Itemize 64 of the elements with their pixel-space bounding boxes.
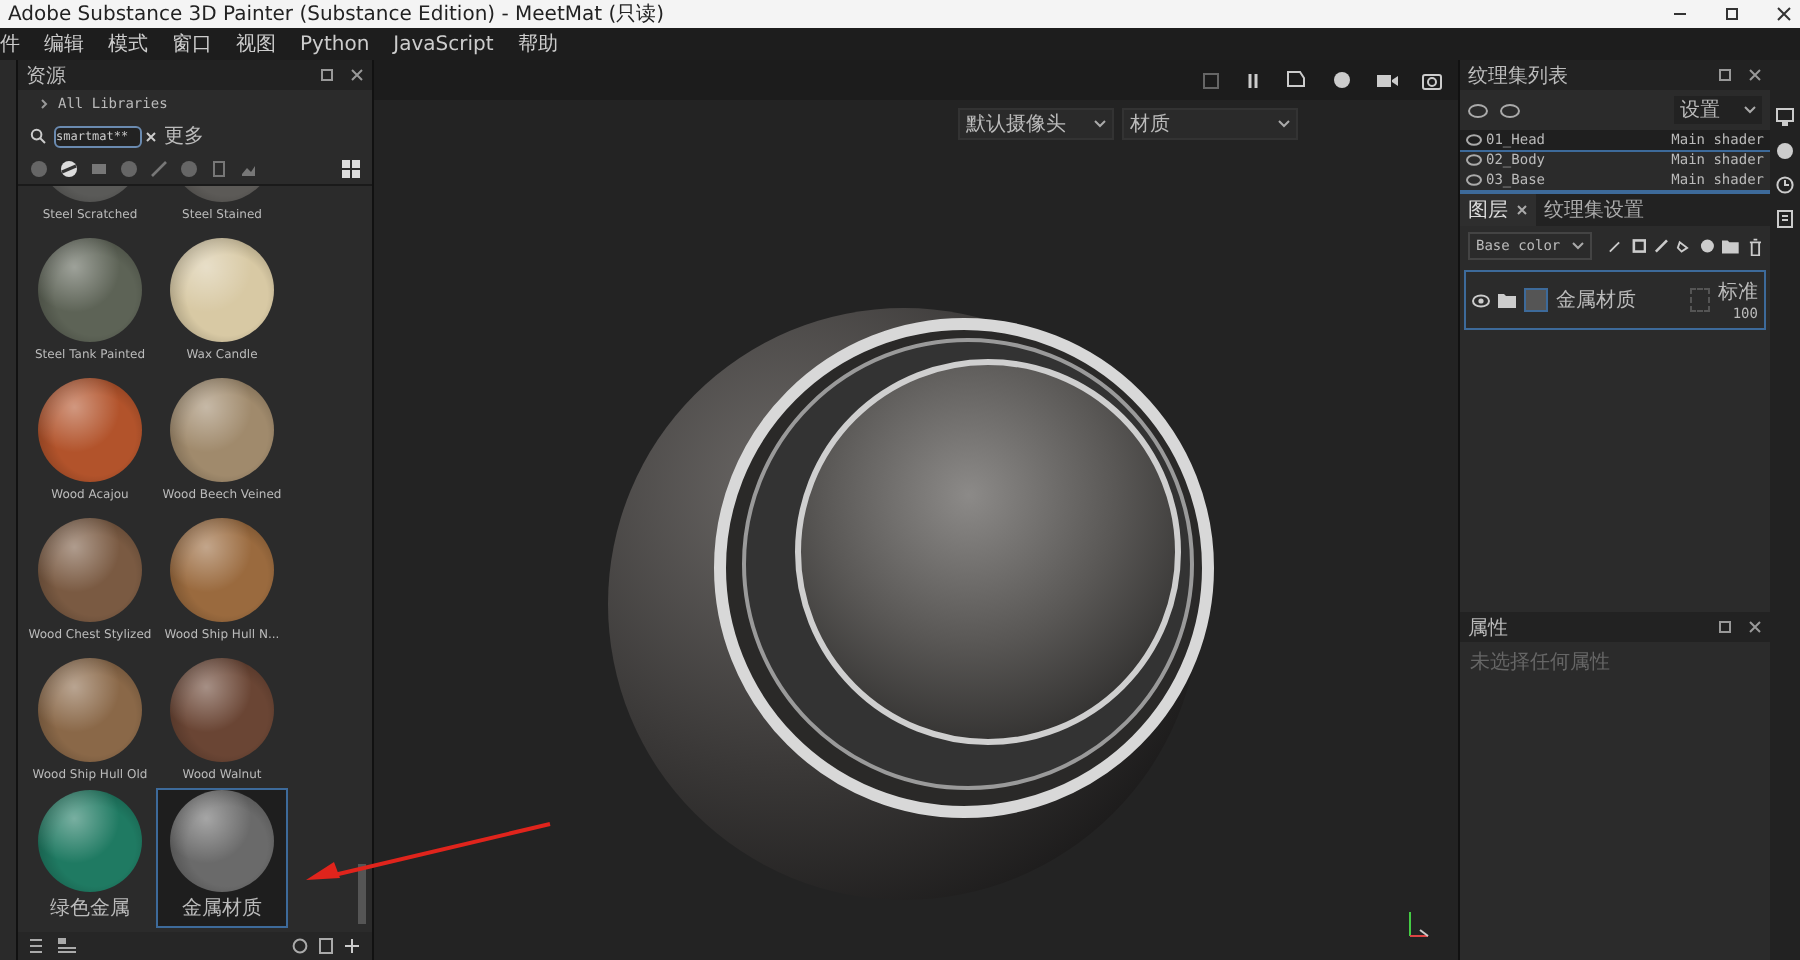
- caret-icon: [1094, 120, 1106, 128]
- caret-icon: [1744, 106, 1756, 114]
- menu-item[interactable]: 编辑: [44, 30, 84, 58]
- clipboard-icon[interactable]: [1776, 210, 1794, 228]
- pause-icon[interactable]: [1244, 71, 1262, 89]
- properties-hint: 未选择任何属性: [1468, 649, 1612, 678]
- trash-icon[interactable]: [1747, 237, 1763, 255]
- close-icon[interactable]: [1516, 204, 1528, 216]
- close-icon[interactable]: [350, 68, 364, 82]
- close-icon[interactable]: [1748, 68, 1762, 82]
- filter-icon[interactable]: [60, 160, 78, 178]
- window-title: Adobe Substance 3D Painter (Substance Edition) - MeetMat (只读): [8, 1, 665, 28]
- float-icon[interactable]: [1718, 620, 1732, 634]
- folder-list-icon[interactable]: [58, 938, 76, 954]
- grid-view-icon[interactable]: [342, 160, 360, 178]
- frame-icon[interactable]: [1202, 71, 1220, 89]
- layer-add-icon[interactable]: [1631, 238, 1646, 254]
- clear-icon[interactable]: [146, 131, 156, 141]
- material-label: 金属材质: [182, 895, 262, 922]
- menu-item[interactable]: Python: [300, 33, 370, 55]
- material-tile[interactable]: 绿色金属: [26, 790, 154, 926]
- circle-icon[interactable]: [292, 938, 308, 954]
- chevron-icon[interactable]: [38, 98, 50, 110]
- menu-item[interactable]: 件: [0, 30, 20, 58]
- sphere-icon[interactable]: [1699, 238, 1715, 254]
- scrollbar[interactable]: [358, 864, 366, 924]
- search-icon: [30, 128, 46, 144]
- plus-icon[interactable]: [344, 938, 360, 954]
- float-icon[interactable]: [320, 68, 334, 82]
- history-icon[interactable]: [1776, 176, 1794, 194]
- settings-dropdown[interactable]: 设置: [1674, 96, 1762, 124]
- brush-icon[interactable]: [1654, 238, 1669, 254]
- panel-title: 纹理集列表: [1468, 63, 1568, 89]
- axis-gizmo-icon: [1406, 908, 1434, 940]
- monitor-icon[interactable]: [1776, 108, 1794, 126]
- camera-icon[interactable]: [1376, 71, 1398, 89]
- panel-title: 资源: [26, 63, 66, 89]
- menu-item[interactable]: 帮助: [517, 30, 558, 58]
- list-icon[interactable]: [30, 938, 48, 954]
- folder-icon: [1498, 292, 1516, 308]
- maximize-icon[interactable]: [1724, 6, 1740, 22]
- eye-icon[interactable]: [1472, 293, 1490, 307]
- folder-icon[interactable]: [1722, 238, 1740, 254]
- panel-title: 属性: [1468, 615, 1508, 641]
- caret-icon: [1278, 120, 1290, 128]
- menu-item[interactable]: 窗口: [172, 30, 212, 58]
- menu-item[interactable]: 模式: [108, 30, 148, 58]
- menu-item[interactable]: 视图: [236, 30, 276, 58]
- menu-item[interactable]: JavaScript: [393, 33, 494, 55]
- search-option[interactable]: 更多: [164, 122, 204, 150]
- close-icon[interactable]: [1776, 6, 1792, 22]
- view-dropdown[interactable]: 材质: [1122, 108, 1298, 140]
- screenshot-icon[interactable]: [1422, 71, 1442, 89]
- mask-slot: [1690, 288, 1710, 312]
- layer-thumbnail: [1524, 288, 1548, 312]
- panel-tab[interactable]: 图层: [1460, 194, 1536, 226]
- blend-mode[interactable]: 标准: [1718, 278, 1758, 306]
- material-label: 绿色金属: [50, 896, 130, 922]
- close-icon[interactable]: [1748, 620, 1762, 634]
- view-dropdown[interactable]: 默认摄像头: [958, 108, 1114, 140]
- new-page-icon[interactable]: [318, 938, 334, 954]
- material-tile[interactable]: 金属材质: [158, 790, 286, 926]
- float-icon[interactable]: [1718, 68, 1732, 82]
- caret-icon: [1572, 242, 1585, 250]
